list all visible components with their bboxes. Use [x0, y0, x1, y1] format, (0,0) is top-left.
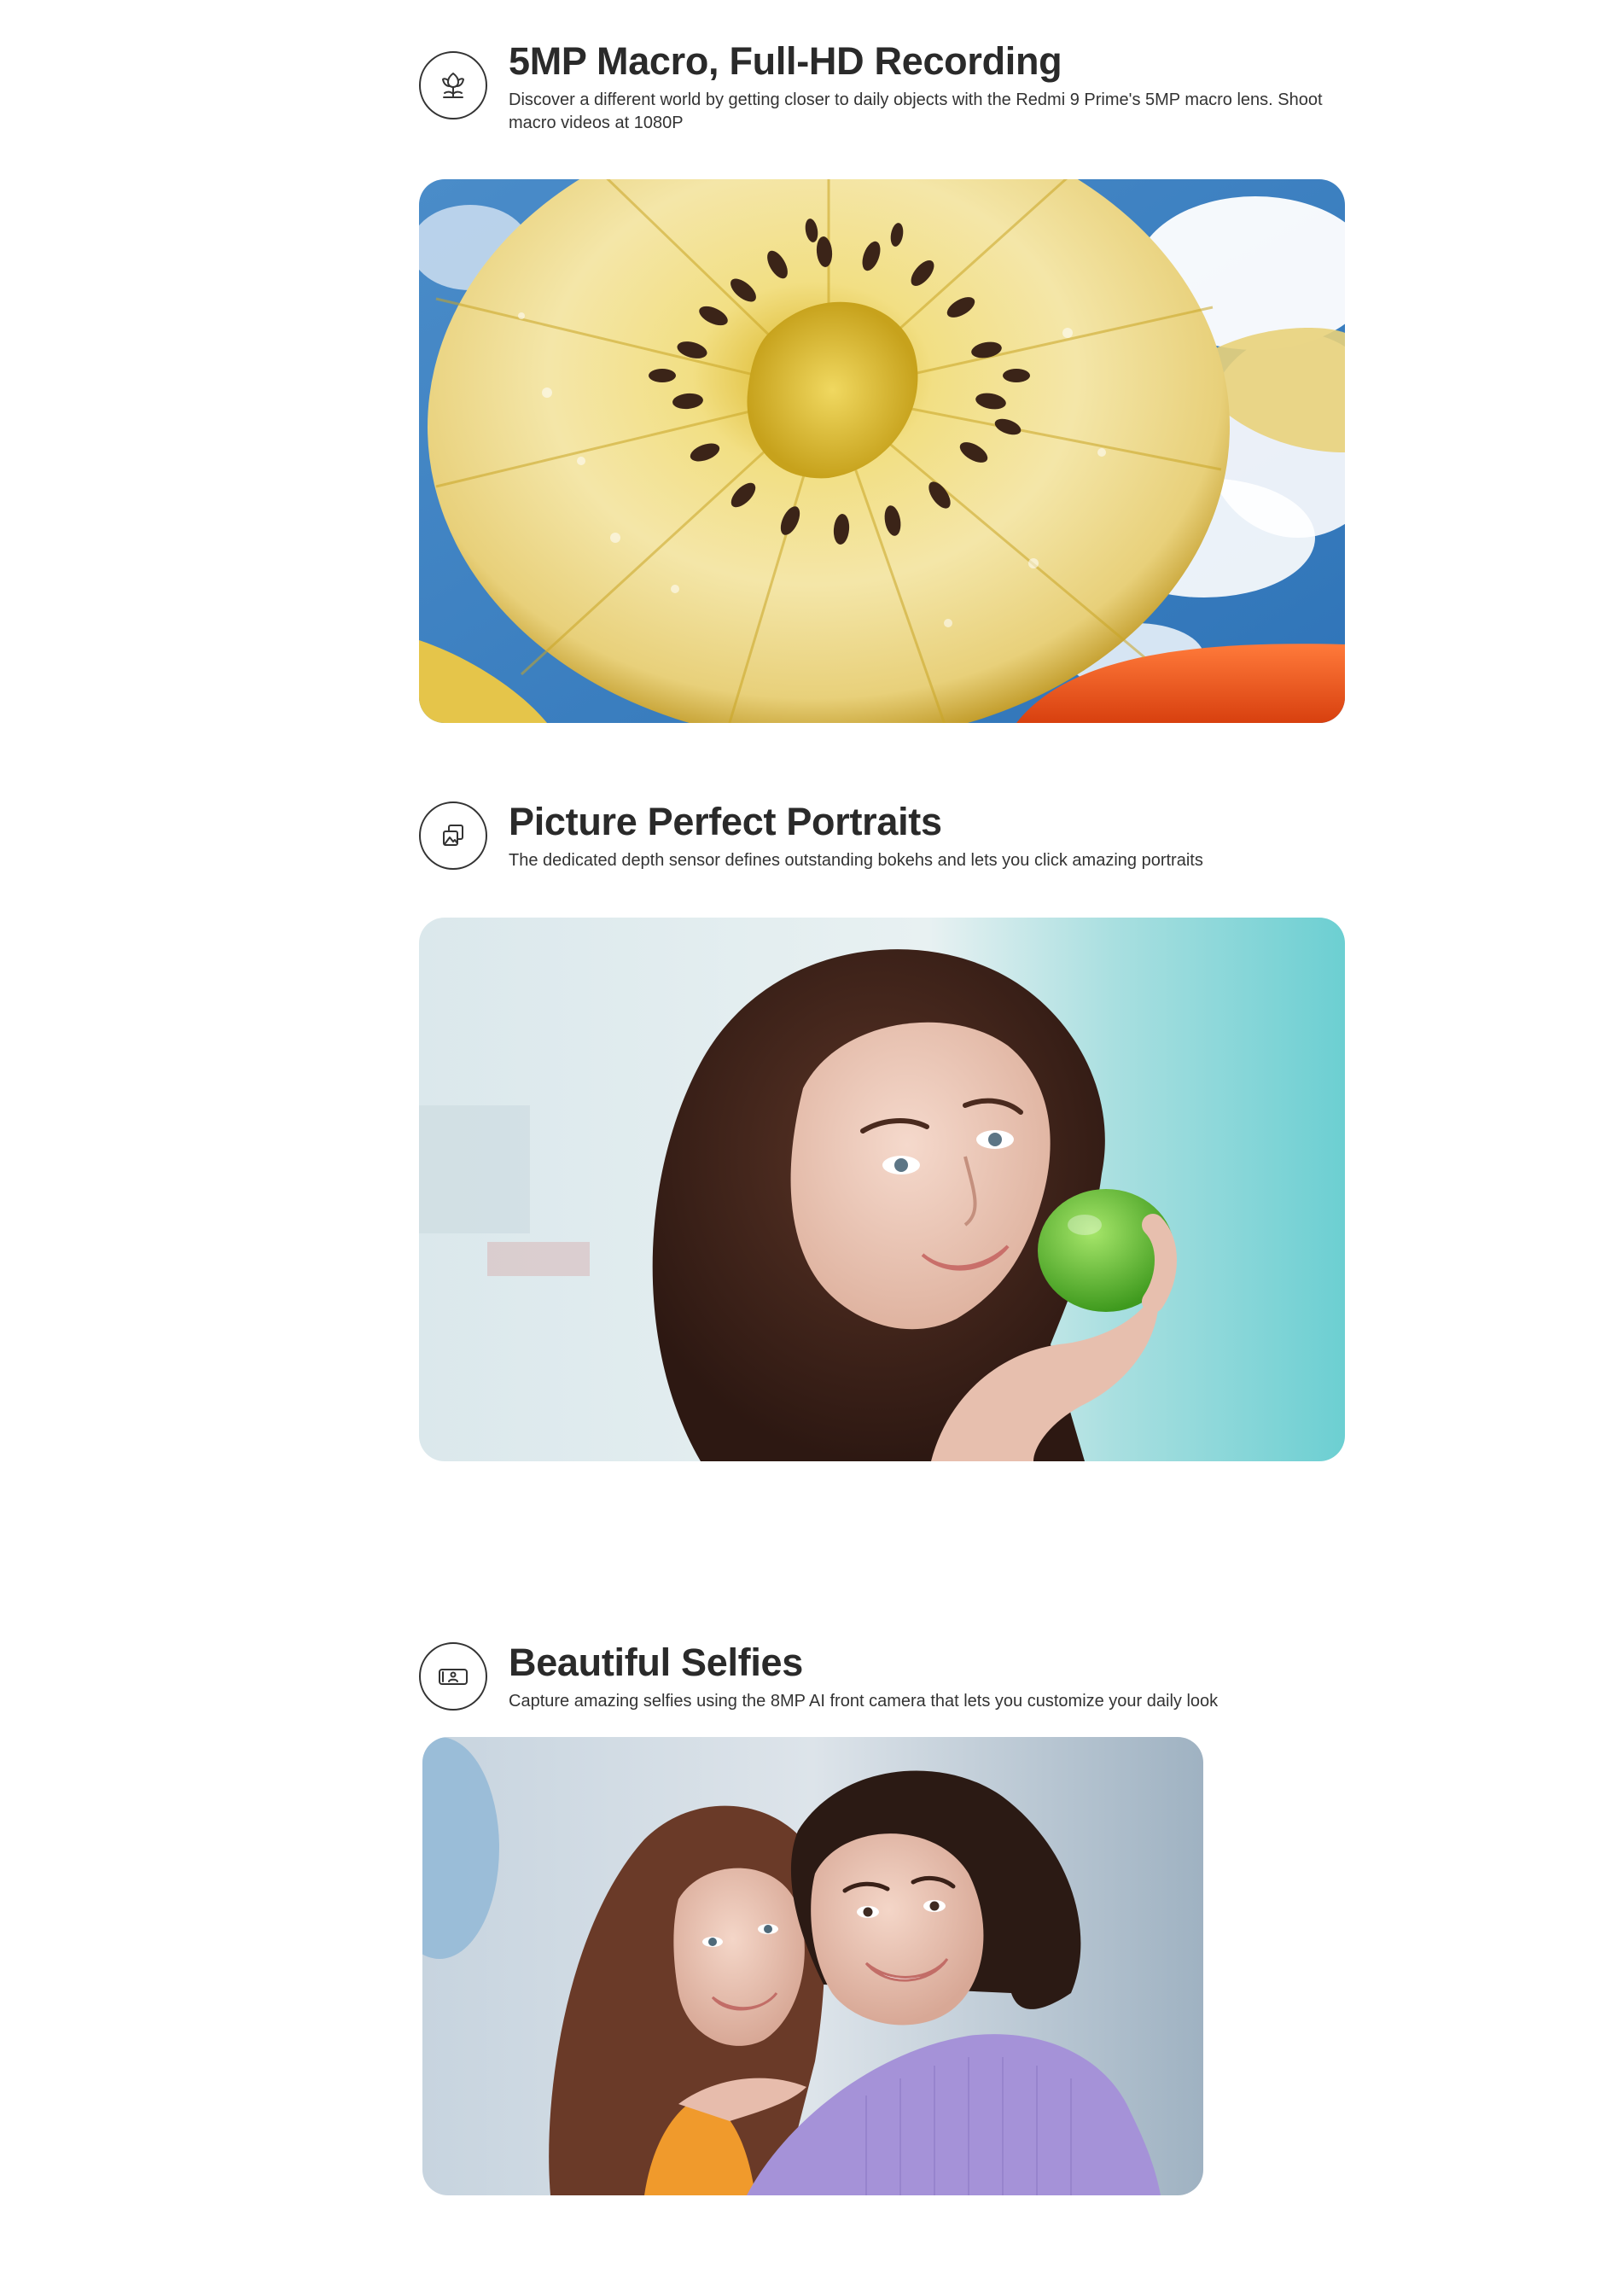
selfie-camera-icon: [419, 1642, 487, 1711]
two-women-selfie-photo: [422, 1737, 1203, 2195]
feature-description: The dedicated depth sensor defines outst…: [509, 851, 1203, 870]
feature-description: Capture amazing selfies using the 8MP AI…: [509, 1692, 1219, 1711]
portrait-woman-lime-photo: [419, 918, 1345, 1461]
flower-icon: [419, 51, 487, 119]
feature-description: Discover a different world by getting cl…: [509, 90, 1323, 132]
kiwi-macro-photo: [419, 179, 1345, 723]
portrait-layers-icon: [419, 801, 487, 870]
feature-title: Beautiful Selfies: [509, 1641, 803, 1684]
feature-title: 5MP Macro, Full-HD Recording: [509, 39, 1062, 83]
feature-title: Picture Perfect Portraits: [509, 800, 942, 843]
